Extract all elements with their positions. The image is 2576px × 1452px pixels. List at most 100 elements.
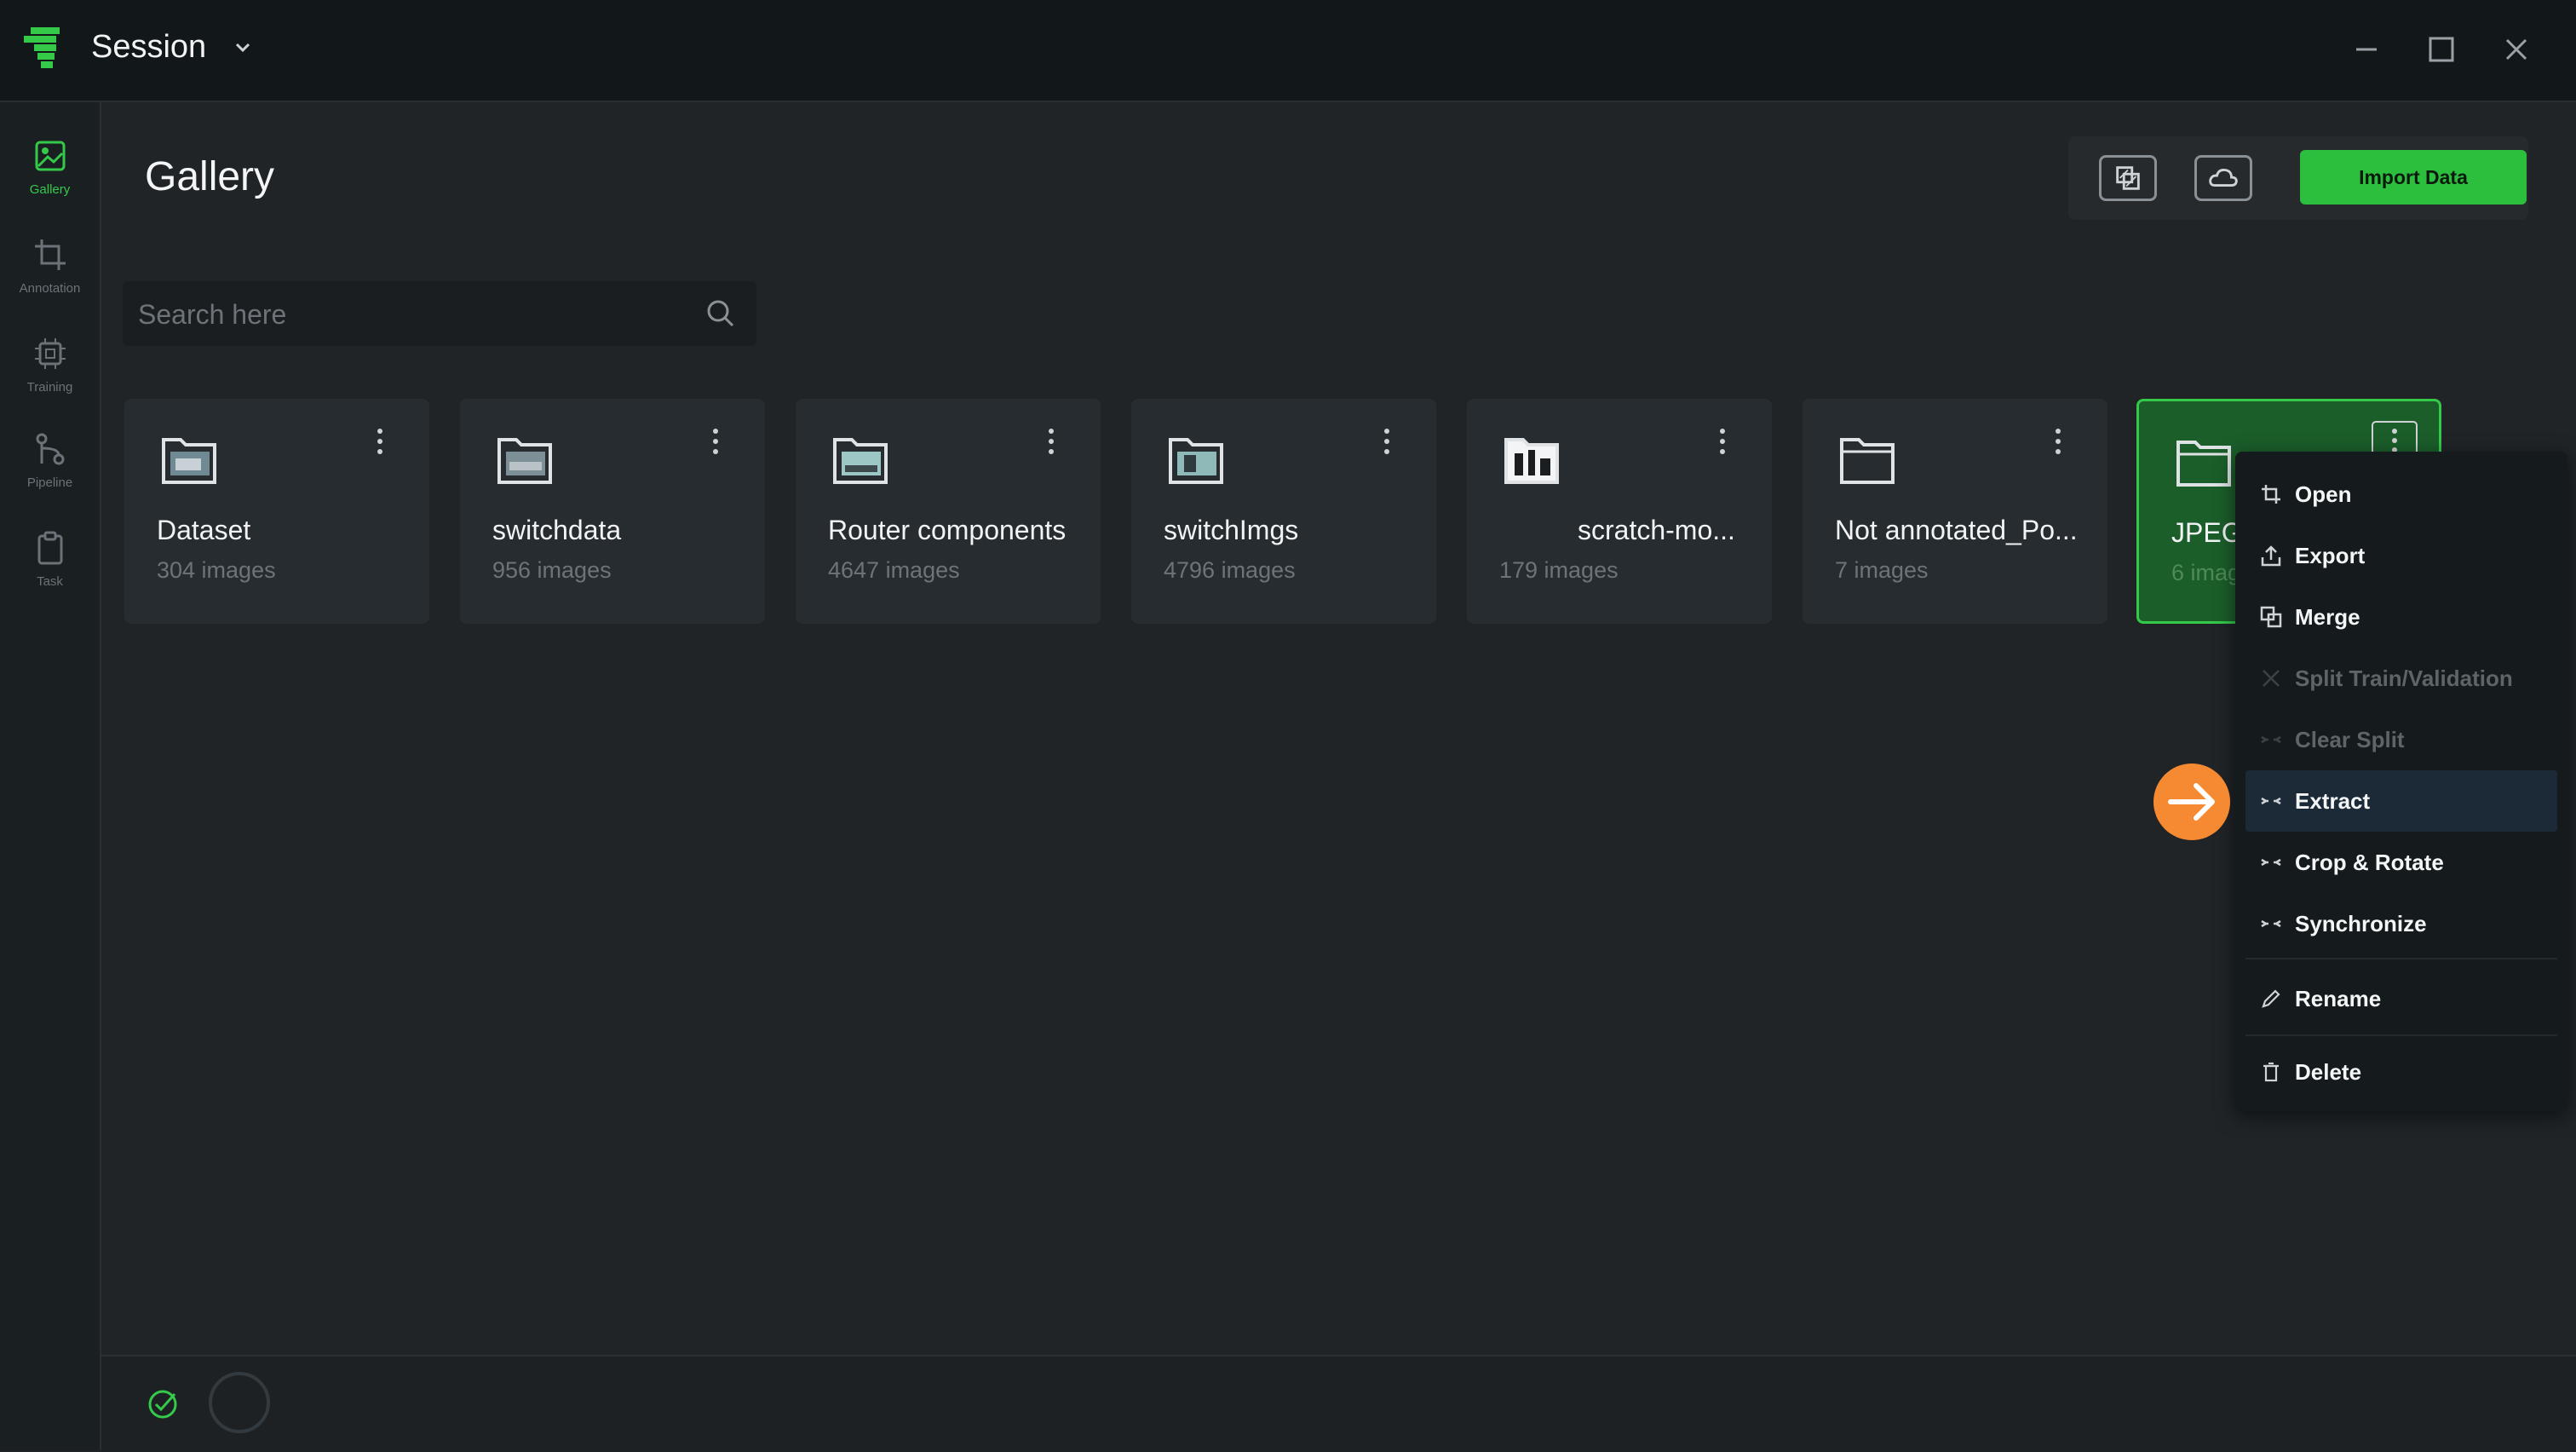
chip-icon [35,338,66,369]
gallery-icon [35,141,66,171]
menu-item-delete[interactable]: Delete [2245,1041,2557,1103]
folder-count: 179 images [1499,557,1619,583]
sidebar-item-label: Gallery [29,182,71,197]
close-icon[interactable] [2498,31,2535,68]
arrow-right-icon [2168,783,2215,821]
menu-item-crop-rotate[interactable]: Crop & Rotate [2245,832,2557,893]
crop-icon [2262,485,2280,504]
title-bar: Session [0,0,2576,102]
check-circle-icon [148,1390,177,1419]
sidebar-item-gallery[interactable]: Gallery [0,128,100,213]
folder-name: Not annotated_Po... [1835,515,2078,545]
menu-item-synchronize[interactable]: Synchronize [2245,893,2557,954]
folder-count: 4796 images [1164,557,1296,583]
clipboard-icon [37,531,63,565]
app-logo-icon [24,27,60,68]
folder-name: switchImgs [1164,515,1299,545]
sidebar-item-label: Training [26,380,73,395]
minimize-icon[interactable] [2348,31,2385,68]
menu-item-clear-split[interactable]: Clear Split [2245,709,2557,770]
maximize-icon[interactable] [2423,31,2460,68]
layers-button[interactable] [2099,155,2157,201]
arrows-icon [2261,919,2281,928]
tutorial-pointer [2153,763,2230,840]
layers-icon [2116,165,2140,190]
sidebar-item-task[interactable]: Task [0,520,100,605]
menu-item-label: Synchronize [2295,911,2427,936]
page-title: Gallery [145,154,275,199]
menu-divider [2245,1034,2557,1036]
folder-card-not-annotated[interactable]: Not annotated_Po... 7 images [1803,399,2107,624]
sidebar-item-training[interactable]: Training [0,326,100,411]
import-data-button[interactable]: Import Data [2300,150,2527,205]
arrows-icon [2261,858,2281,867]
folder-context-menu: Open Export Merge Split Train/Validation… [2235,452,2567,1111]
menu-item-label: Export [2295,543,2366,568]
pencil-icon [2262,989,2280,1008]
more-options-icon[interactable] [365,423,395,460]
folder-count: 956 images [492,557,612,583]
folder-card-switchdata[interactable]: switchdata 956 images [460,399,765,624]
status-bar [101,1355,2576,1452]
chevron-down-icon[interactable] [232,37,254,59]
menu-item-label: Crop & Rotate [2295,850,2444,875]
pipeline-icon [36,433,65,465]
folder-count: 6 imag [2171,560,2241,585]
more-options-icon[interactable] [2043,423,2073,460]
split-icon [2263,670,2280,687]
progress-ring [209,1372,270,1433]
menu-item-split-train-validation[interactable]: Split Train/Validation [2245,648,2557,709]
folder-image-icon [833,438,888,484]
folder-image-icon [162,438,216,484]
merge-icon [2260,606,2282,628]
menu-item-rename[interactable]: Rename [2245,968,2557,1029]
sidebar-item-annotation[interactable]: Annotation [0,227,100,312]
menu-item-export[interactable]: Export [2245,525,2557,586]
folder-name: Dataset [157,515,251,545]
search-input[interactable] [136,281,685,348]
sidebar-item-pipeline[interactable]: Pipeline [0,421,100,506]
search-icon[interactable] [704,297,738,331]
folder-card-router-components[interactable]: Router components 4647 images [796,399,1101,624]
menu-item-label: Extract [2295,788,2371,814]
more-options-icon[interactable] [1371,423,1402,460]
folder-count: 4647 images [828,557,960,583]
sidebar-item-label: Annotation [19,281,81,296]
cloud-button[interactable] [2194,155,2252,201]
cloud-icon [2209,168,2238,187]
folder-card-switchimgs[interactable]: switchImgs 4796 images [1131,399,1436,624]
search-bar [123,281,756,348]
arrows-icon [2261,797,2281,805]
menu-item-merge[interactable]: Merge [2245,586,2557,648]
menu-item-open[interactable]: Open [2245,464,2557,525]
folder-name: scratch-mo... [1578,515,1735,545]
menu-item-label: Merge [2295,604,2360,630]
folder-card-scratch[interactable]: scratch-mo... 179 images [1467,399,1772,624]
menu-item-label: Split Train/Validation [2295,666,2513,691]
menu-item-label: Rename [2295,986,2382,1011]
folder-image-icon [1504,438,1559,484]
sidebar: Gallery Annotation Training Pipeline Tas… [0,102,101,1450]
folder-image-icon [497,438,552,484]
sidebar-item-label: Task [37,574,63,589]
menu-item-label: Delete [2295,1059,2362,1085]
folder-card-dataset[interactable]: Dataset 304 images [124,399,429,624]
crop-icon [35,239,66,270]
menu-item-label: Open [2295,481,2352,507]
more-options-icon[interactable] [700,423,731,460]
folder-name: Router components [828,515,1067,545]
arrows-icon [2261,735,2281,744]
session-title: Session [91,29,207,65]
folder-name: JPEG [2171,517,2243,548]
folder-icon [1840,438,1895,484]
more-options-icon[interactable] [1707,423,1738,460]
folder-name: switchdata [492,515,622,545]
upload-icon [2261,545,2281,567]
menu-item-extract[interactable]: Extract [2245,770,2557,832]
folder-image-icon [1169,438,1223,484]
trash-icon [2263,1062,2279,1082]
menu-divider [2245,958,2557,959]
folder-count: 7 images [1835,557,1929,583]
folder-count: 304 images [157,557,276,583]
more-options-icon[interactable] [1036,423,1067,460]
